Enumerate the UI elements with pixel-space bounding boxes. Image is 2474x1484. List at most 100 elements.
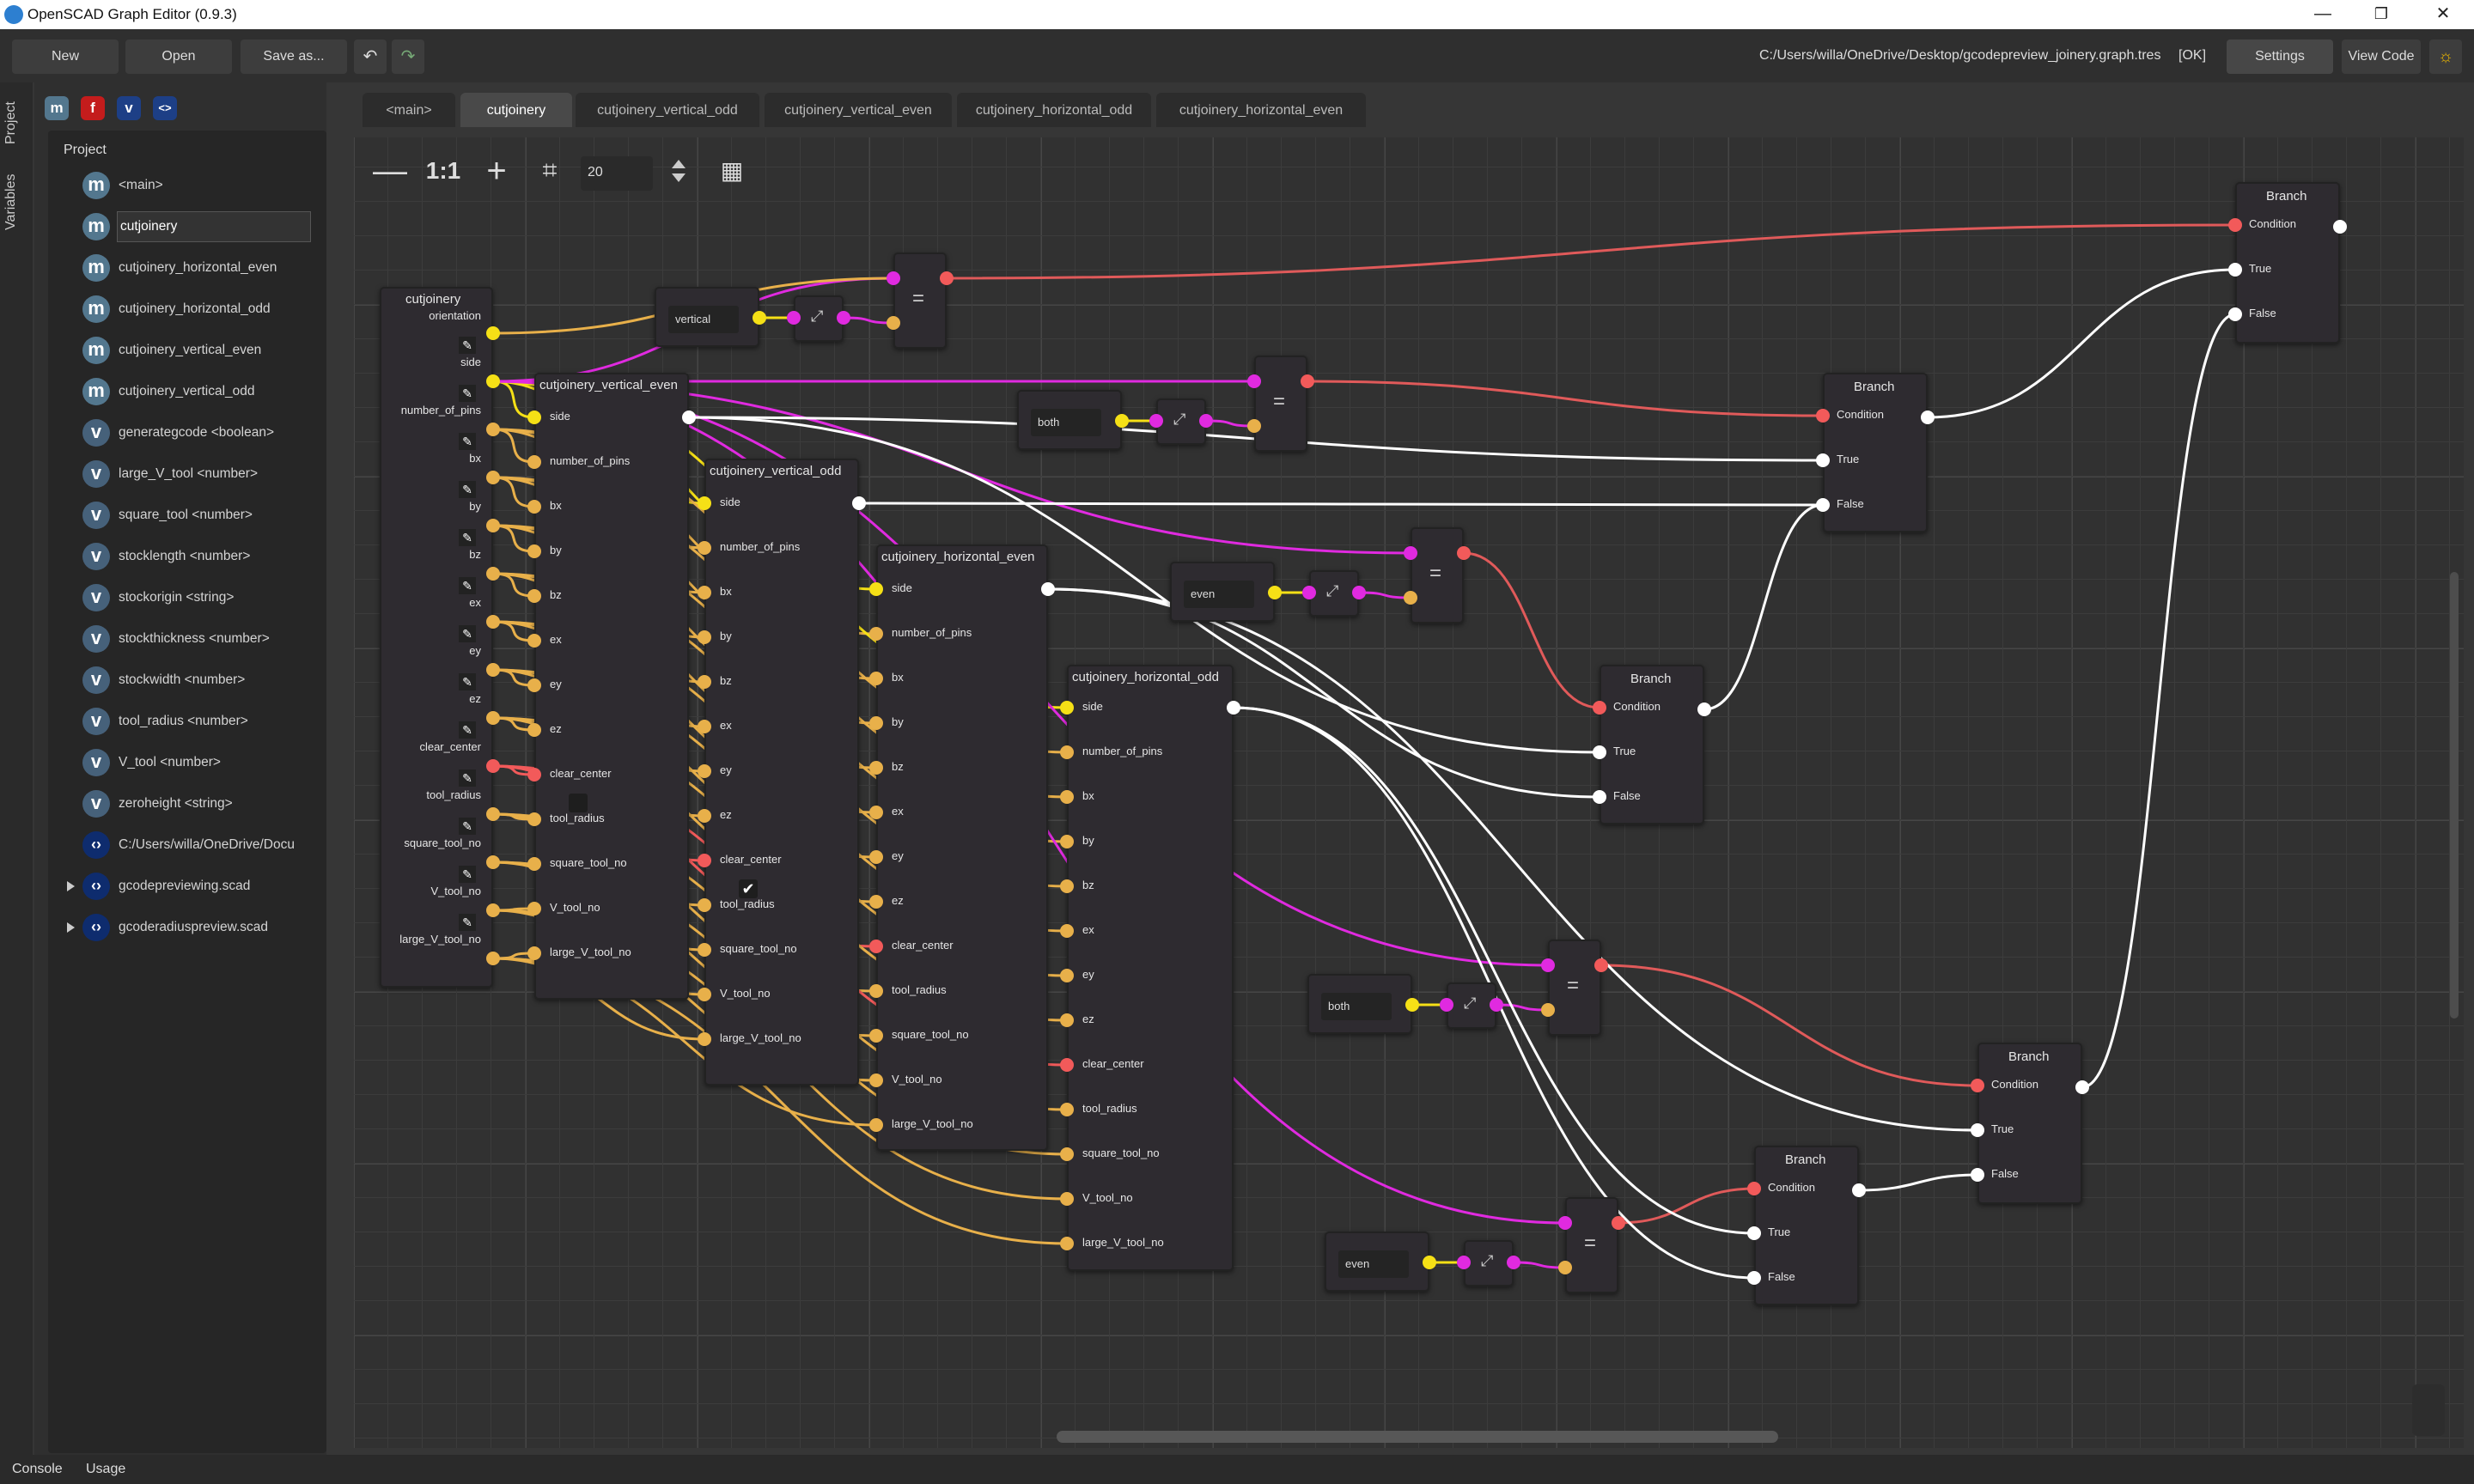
input-port[interactable] (1971, 1168, 1984, 1182)
input-port[interactable] (698, 854, 711, 867)
edit-icon[interactable]: ✎ (459, 337, 476, 354)
output-port[interactable] (1423, 1256, 1436, 1269)
input-port[interactable] (527, 544, 541, 558)
output-port[interactable] (1594, 958, 1608, 972)
string-value-field[interactable]: even (1338, 1250, 1409, 1278)
input-port[interactable] (698, 720, 711, 733)
input-port[interactable] (1971, 1123, 1984, 1137)
output-port[interactable] (486, 615, 500, 629)
input-port[interactable] (1593, 790, 1606, 804)
edit-icon[interactable]: ✎ (459, 769, 476, 787)
input-port[interactable] (1060, 1103, 1074, 1116)
edit-icon[interactable]: ✎ (459, 385, 476, 402)
output-port[interactable] (1921, 411, 1935, 424)
input-port[interactable] (698, 988, 711, 1001)
string-value-field[interactable]: vertical (668, 306, 739, 333)
input-port[interactable] (887, 316, 900, 330)
input-port[interactable] (1404, 546, 1417, 560)
output-port[interactable] (486, 711, 500, 725)
input-port[interactable] (787, 311, 801, 325)
edit-icon[interactable]: ✎ (459, 914, 476, 931)
input-port[interactable] (869, 850, 883, 864)
output-port[interactable] (1041, 582, 1055, 596)
output-port[interactable] (1268, 586, 1282, 599)
input-port[interactable] (527, 500, 541, 514)
input-port[interactable] (1816, 453, 1830, 467)
input-port[interactable] (527, 634, 541, 648)
input-port[interactable] (1747, 1271, 1761, 1285)
edit-icon[interactable]: ✎ (459, 673, 476, 690)
input-port[interactable] (1593, 701, 1606, 715)
input-port[interactable] (698, 764, 711, 778)
output-port[interactable] (852, 496, 866, 510)
input-port[interactable] (1747, 1226, 1761, 1240)
input-port[interactable] (698, 675, 711, 689)
input-port[interactable] (1593, 745, 1606, 759)
input-port[interactable] (527, 723, 541, 737)
output-port[interactable] (1227, 701, 1240, 715)
input-port[interactable] (1060, 835, 1074, 848)
input-port[interactable] (1558, 1216, 1572, 1230)
input-port[interactable] (698, 1032, 711, 1046)
input-port[interactable] (887, 271, 900, 285)
input-port[interactable] (869, 582, 883, 596)
input-port[interactable] (1060, 701, 1074, 715)
clear-center-checkbox[interactable]: ✔ (739, 879, 758, 898)
input-port[interactable] (698, 586, 711, 599)
input-port[interactable] (527, 589, 541, 603)
output-port[interactable] (2075, 1080, 2089, 1094)
edit-icon[interactable]: ✎ (459, 625, 476, 642)
output-port[interactable] (1301, 374, 1314, 388)
input-port[interactable] (869, 1118, 883, 1132)
output-port[interactable] (486, 759, 500, 773)
input-port[interactable] (1302, 586, 1316, 599)
output-port[interactable] (1115, 414, 1129, 428)
output-port[interactable] (486, 326, 500, 340)
output-port[interactable] (753, 311, 766, 325)
input-port[interactable] (527, 768, 541, 782)
input-port[interactable] (698, 541, 711, 555)
input-port[interactable] (1060, 924, 1074, 938)
edit-icon[interactable]: ✎ (459, 529, 476, 546)
output-port[interactable] (837, 311, 850, 325)
input-port[interactable] (869, 761, 883, 775)
input-port[interactable] (869, 672, 883, 685)
clear-center-checkbox[interactable] (569, 794, 588, 812)
input-port[interactable] (527, 946, 541, 960)
edit-icon[interactable]: ✎ (459, 721, 476, 739)
edit-icon[interactable]: ✎ (459, 433, 476, 450)
input-port[interactable] (2228, 263, 2242, 277)
input-port[interactable] (698, 898, 711, 912)
input-port[interactable] (698, 496, 711, 510)
module-entry-node[interactable] (380, 287, 493, 988)
input-port[interactable] (869, 716, 883, 730)
input-port[interactable] (2228, 218, 2242, 232)
output-port[interactable] (1852, 1183, 1866, 1197)
input-port[interactable] (1457, 1256, 1471, 1269)
string-value-field[interactable]: both (1321, 993, 1392, 1020)
input-port[interactable] (1060, 745, 1074, 759)
input-port[interactable] (1971, 1079, 1984, 1092)
edit-icon[interactable]: ✎ (459, 866, 476, 883)
input-port[interactable] (1247, 419, 1261, 433)
input-port[interactable] (1404, 591, 1417, 605)
string-value-field[interactable]: even (1184, 581, 1254, 608)
output-port[interactable] (1612, 1216, 1625, 1230)
input-port[interactable] (527, 678, 541, 692)
edit-icon[interactable]: ✎ (459, 577, 476, 594)
console-tab[interactable]: Console (12, 1462, 63, 1477)
input-port[interactable] (1816, 409, 1830, 423)
input-port[interactable] (527, 857, 541, 871)
edit-icon[interactable]: ✎ (459, 481, 476, 498)
output-port[interactable] (486, 952, 500, 965)
input-port[interactable] (1060, 1192, 1074, 1206)
input-port[interactable] (527, 812, 541, 826)
output-port[interactable] (486, 855, 500, 869)
output-port[interactable] (1697, 702, 1711, 716)
output-port[interactable] (486, 374, 500, 388)
input-port[interactable] (2228, 307, 2242, 321)
input-port[interactable] (1060, 790, 1074, 804)
input-port[interactable] (1060, 879, 1074, 893)
output-port[interactable] (1199, 414, 1213, 428)
input-port[interactable] (698, 809, 711, 823)
